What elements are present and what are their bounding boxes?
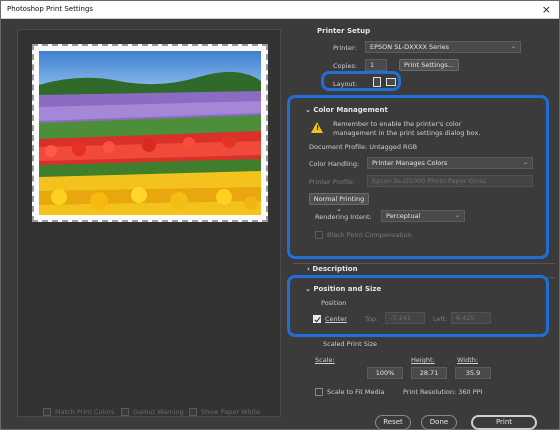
section-divider <box>293 263 555 264</box>
left-label: Left: <box>433 315 448 323</box>
printer-profile-select: Epson SL-D1000 Photo Paper Gloss <box>367 175 533 187</box>
printer-value: EPSON SL-DXXXX Series <box>370 43 450 51</box>
top-label: Top: <box>365 315 379 323</box>
dialog-body: Match Print Colors Gamut Warning Show Pa… <box>1 19 559 430</box>
top-input: -7.141 <box>385 312 425 324</box>
rendering-intent-label: Rendering Intent: <box>315 213 372 221</box>
black-point-label: Black Point Compensation <box>327 231 412 239</box>
gamut-warning-label: Gamut Warning <box>133 408 184 416</box>
print-resolution: Print Resolution: 360 PPI <box>403 388 483 396</box>
rendering-intent-select[interactable]: Perceptual ⌄ <box>381 210 465 222</box>
flower-field-image <box>39 51 261 215</box>
chevron-down-icon: ⌄ <box>510 43 516 50</box>
print-button[interactable]: Print <box>471 415 537 430</box>
printer-select[interactable]: EPSON SL-DXXXX Series ⌄ <box>365 41 521 53</box>
warning-line-1: Remember to enable the printer's color <box>333 120 462 128</box>
normal-printing-select[interactable]: Normal Printing ⌄ <box>309 193 369 213</box>
width-input[interactable]: 35.9 <box>455 367 491 379</box>
match-print-colors-label: Match Print Colors <box>55 408 115 416</box>
match-print-colors-option[interactable]: Match Print Colors <box>43 408 114 416</box>
layout-highlight <box>321 71 401 91</box>
description-heading[interactable]: › Description <box>307 265 358 273</box>
center-label: Center <box>325 315 347 323</box>
document-profile: Document Profile: Untagged RGB <box>309 143 418 151</box>
show-paper-white-option[interactable]: Show Paper White <box>189 408 260 416</box>
preview-page <box>32 44 268 222</box>
height-input[interactable]: 28.71 <box>411 367 447 379</box>
center-checkbox[interactable] <box>313 315 321 323</box>
copies-label: Copies: <box>333 62 358 70</box>
show-paper-white-label: Show Paper White <box>201 408 260 416</box>
print-preview-pane <box>17 29 281 417</box>
warning-icon: ! <box>311 122 323 133</box>
color-handling-select[interactable]: Printer Manages Colors ⌄ <box>367 157 533 169</box>
rendering-intent-value: Perceptual <box>386 212 421 220</box>
chevron-down-icon: ⌄ <box>454 212 460 219</box>
scaled-print-size-label: Scaled Print Size <box>323 340 378 348</box>
left-input: 6.425 <box>451 312 491 324</box>
gamut-warning-option[interactable]: Gamut Warning <box>121 408 184 416</box>
gamut-warning-checkbox[interactable] <box>121 408 129 416</box>
black-point-checkbox <box>315 231 323 239</box>
scale-input[interactable]: 100% <box>367 367 403 379</box>
color-management-heading[interactable]: ⌄ Color Management <box>305 106 388 114</box>
scale-to-fit-checkbox[interactable] <box>315 388 323 396</box>
scale-to-fit-label: Scale to Fit Media <box>327 388 385 396</box>
print-settings-button[interactable]: Print Settings... <box>399 59 459 71</box>
width-label: Width: <box>457 356 479 364</box>
match-print-colors-checkbox[interactable] <box>43 408 51 416</box>
warning-line-2: management in the print settings dialog … <box>333 129 481 137</box>
window-title: Photoshop Print Settings <box>7 5 94 13</box>
copies-input[interactable]: 1 <box>365 59 387 71</box>
scale-label: Scale: <box>315 356 335 364</box>
print-settings-window: Photoshop Print Settings × Match Print C… <box>0 0 560 430</box>
printer-setup-heading: Printer Setup <box>317 27 371 35</box>
settings-panel: Printer Setup Printer: EPSON SL-DXXXX Se… <box>287 19 555 429</box>
reset-button[interactable]: Reset <box>375 415 411 430</box>
printer-profile-value: Epson SL-D1000 Photo Paper Gloss <box>372 177 487 185</box>
position-size-heading[interactable]: ⌄ Position and Size <box>305 285 381 293</box>
show-paper-white-checkbox[interactable] <box>189 408 197 416</box>
printer-profile-label: Printer Profile: <box>309 178 356 186</box>
height-label: Height: <box>411 356 435 364</box>
color-handling-label: Color Handling: <box>309 160 360 168</box>
done-button[interactable]: Done <box>421 415 457 430</box>
close-icon[interactable]: × <box>542 3 551 16</box>
chevron-down-icon: ⌄ <box>522 159 528 166</box>
preview-photo <box>39 51 261 215</box>
position-label: Position <box>321 299 347 307</box>
title-bar: Photoshop Print Settings × <box>1 1 559 19</box>
printer-label: Printer: <box>333 44 357 52</box>
color-handling-value: Printer Manages Colors <box>372 159 448 167</box>
preview-options: Match Print Colors Gamut Warning Show Pa… <box>17 408 281 424</box>
